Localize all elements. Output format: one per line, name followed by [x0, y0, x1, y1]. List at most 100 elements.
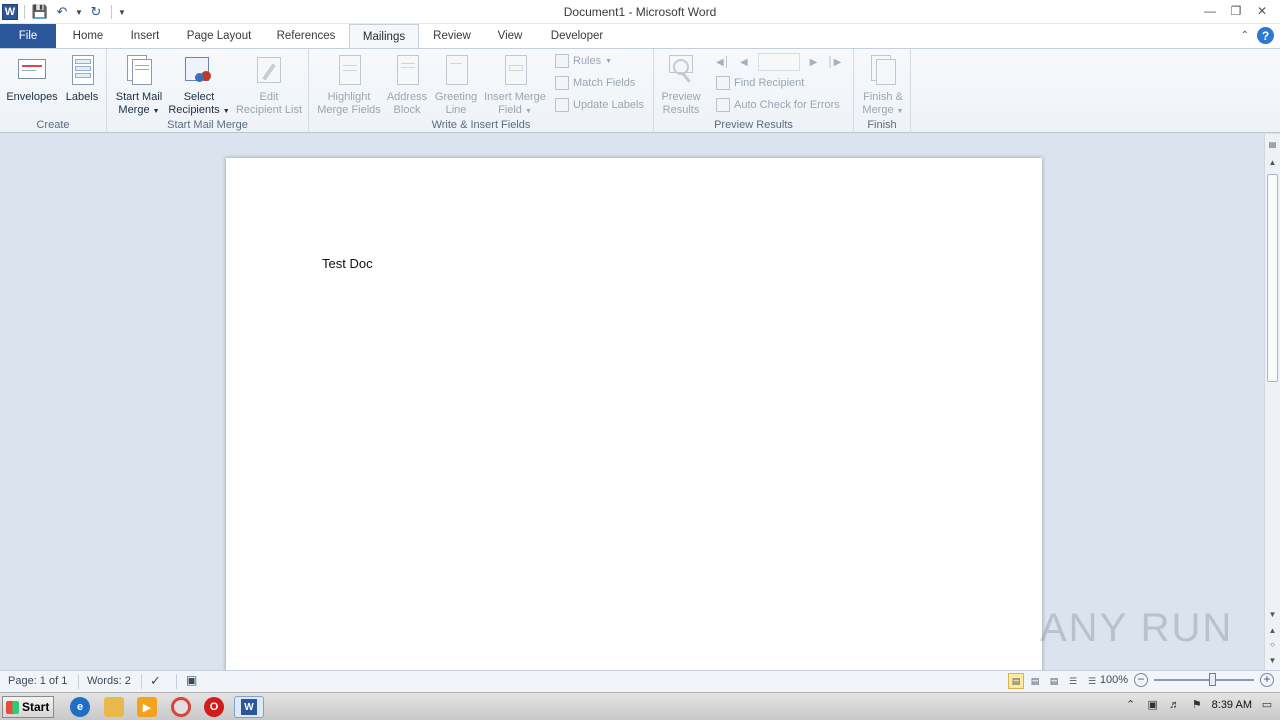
record-navigation: ◀│ ◀ ▶ │▶: [716, 53, 841, 71]
tab-mailings[interactable]: Mailings: [349, 24, 419, 49]
zoom-in-icon[interactable]: +: [1260, 673, 1274, 687]
preview-results-button[interactable]: Preview Results: [658, 51, 704, 117]
next-record-icon[interactable]: ▶: [810, 57, 818, 68]
minimize-ribbon-icon[interactable]: ⌃: [1241, 30, 1249, 41]
rules-button[interactable]: Rules ▼: [555, 53, 612, 69]
clock-time[interactable]: 8:39 AM: [1212, 699, 1252, 711]
opera-icon[interactable]: O: [204, 697, 224, 717]
scroll-up-icon[interactable]: ▲: [1265, 156, 1280, 170]
start-mail-merge-button[interactable]: Start Mail Merge ▼: [111, 51, 167, 118]
update-labels-button[interactable]: Update Labels: [555, 97, 644, 113]
select-recipients-label-1: Select: [183, 91, 215, 103]
network-icon[interactable]: ▣: [1146, 698, 1160, 712]
finish-merge-button[interactable]: Finish & Merge ▼: [857, 51, 909, 118]
internet-explorer-icon[interactable]: e: [70, 697, 90, 717]
auto-check-errors-button[interactable]: Auto Check for Errors: [716, 97, 840, 113]
show-hidden-icons-icon[interactable]: ⌃: [1124, 698, 1138, 712]
insert-merge-field-label-2: Field ▼: [498, 104, 532, 116]
print-layout-icon[interactable]: ▤: [1008, 673, 1024, 689]
labels-button[interactable]: Labels: [62, 51, 102, 104]
record-number-input[interactable]: [757, 53, 800, 71]
zoom-out-icon[interactable]: −: [1134, 673, 1148, 687]
draft-icon[interactable]: ☰: [1084, 673, 1100, 689]
full-screen-reading-icon[interactable]: ▤: [1027, 673, 1043, 689]
proofing-icon[interactable]: ✓: [150, 673, 161, 689]
volume-icon[interactable]: ♬: [1168, 698, 1182, 712]
tab-view[interactable]: View: [488, 24, 532, 48]
browse-object-icon[interactable]: ○: [1265, 638, 1280, 652]
minimize-icon[interactable]: —: [1198, 2, 1222, 20]
edit-recipient-list-icon: [253, 53, 285, 87]
group-preview-results-label: Preview Results: [714, 119, 793, 131]
tab-file[interactable]: File: [0, 24, 56, 48]
start-label: Start: [22, 700, 50, 714]
greeting-line-button[interactable]: Greeting Line: [431, 51, 481, 117]
select-recipients-icon: [183, 53, 215, 87]
tab-developer[interactable]: Developer: [540, 24, 614, 48]
previous-page-icon[interactable]: ▲: [1265, 624, 1280, 638]
find-recipient-button[interactable]: Find Recipient: [716, 75, 804, 91]
status-separator: [141, 674, 142, 689]
word-taskbar-button[interactable]: W: [234, 696, 264, 718]
highlight-merge-fields-label-1: Highlight: [327, 91, 371, 103]
vertical-scrollbar[interactable]: ▤ ▲ ▼ ▲ ○ ▼: [1264, 134, 1280, 670]
match-fields-button[interactable]: Match Fields: [555, 75, 635, 91]
envelopes-button[interactable]: Envelopes: [4, 51, 60, 104]
labels-icon: [66, 53, 98, 87]
highlight-merge-fields-button[interactable]: Highlight Merge Fields: [313, 51, 385, 117]
tab-review[interactable]: Review: [424, 24, 480, 48]
document-page[interactable]: Test Doc: [226, 158, 1042, 678]
previous-record-icon[interactable]: ◀: [740, 57, 748, 68]
web-layout-icon[interactable]: ▤: [1046, 673, 1062, 689]
outline-icon[interactable]: ☰: [1065, 673, 1081, 689]
help-icon[interactable]: ?: [1257, 27, 1274, 44]
ruler-toggle-icon[interactable]: ▤: [1265, 138, 1280, 152]
first-record-icon[interactable]: ◀│: [716, 57, 730, 68]
word-count[interactable]: Words: 2: [87, 675, 131, 687]
view-buttons: ▤ ▤ ▤ ☰ ☰: [1008, 673, 1100, 689]
group-preview-results: Preview Results ◀│ ◀ ▶ │▶ Find Recipient…: [654, 49, 854, 133]
word-icon: W: [241, 699, 257, 715]
group-create: Envelopes Labels Create: [0, 49, 107, 133]
show-desktop-icon[interactable]: ▭: [1260, 698, 1274, 712]
macro-recording-icon[interactable]: ▣: [186, 673, 197, 687]
find-recipient-label: Find Recipient: [734, 77, 805, 89]
highlight-merge-fields-icon: [333, 53, 365, 87]
tab-bar-right: ⌃ ?: [1241, 27, 1274, 44]
next-page-icon[interactable]: ▼: [1265, 654, 1280, 668]
scrollbar-thumb[interactable]: [1267, 174, 1278, 382]
anyrun-watermark: ANY RUN: [1040, 606, 1234, 650]
dropdown-arrow-icon: ▼: [152, 108, 160, 115]
tab-references[interactable]: References: [268, 24, 344, 48]
finish-merge-icon: [867, 53, 899, 87]
dropdown-arrow-icon: ▼: [605, 57, 613, 65]
last-record-icon[interactable]: │▶: [827, 57, 841, 68]
scroll-down-icon[interactable]: ▼: [1265, 608, 1280, 622]
address-block-button[interactable]: Address Block: [385, 51, 429, 117]
tab-home[interactable]: Home: [62, 24, 114, 48]
update-labels-icon: [555, 98, 569, 112]
document-body-text[interactable]: Test Doc: [322, 256, 373, 271]
start-button[interactable]: Start: [2, 696, 54, 718]
tab-page-layout[interactable]: Page Layout: [178, 24, 260, 48]
zoom-slider[interactable]: [1154, 673, 1254, 686]
page-count[interactable]: Page: 1 of 1: [8, 675, 67, 687]
status-bar: Page: 1 of 1 Words: 2 ✓ ▣ ▤ ▤ ▤ ☰ ☰ 100%…: [0, 670, 1280, 692]
file-explorer-icon[interactable]: [104, 697, 124, 717]
select-recipients-button[interactable]: Select Recipients ▼: [167, 51, 231, 118]
insert-merge-field-button[interactable]: Insert Merge Field ▼: [481, 51, 549, 118]
zoom-slider-knob[interactable]: [1209, 673, 1216, 686]
ribbon-tab-bar: File Home Insert Page Layout References …: [0, 24, 1280, 49]
action-center-flag-icon[interactable]: ⚑: [1190, 698, 1204, 712]
window-title: Document1 - Microsoft Word: [563, 5, 717, 19]
edit-recipient-list-button[interactable]: Edit Recipient List: [233, 51, 305, 117]
tab-insert[interactable]: Insert: [120, 24, 170, 48]
address-block-label-1: Address: [386, 91, 428, 103]
restore-icon[interactable]: ❐: [1224, 2, 1248, 20]
media-player-icon[interactable]: ▶: [137, 697, 157, 717]
start-mail-merge-label-1: Start Mail: [115, 91, 163, 103]
close-icon[interactable]: ✕: [1250, 2, 1274, 20]
edit-recipient-list-label-2: Recipient List: [235, 104, 303, 116]
chrome-icon[interactable]: [171, 697, 191, 717]
zoom-level[interactable]: 100%: [1100, 674, 1128, 686]
